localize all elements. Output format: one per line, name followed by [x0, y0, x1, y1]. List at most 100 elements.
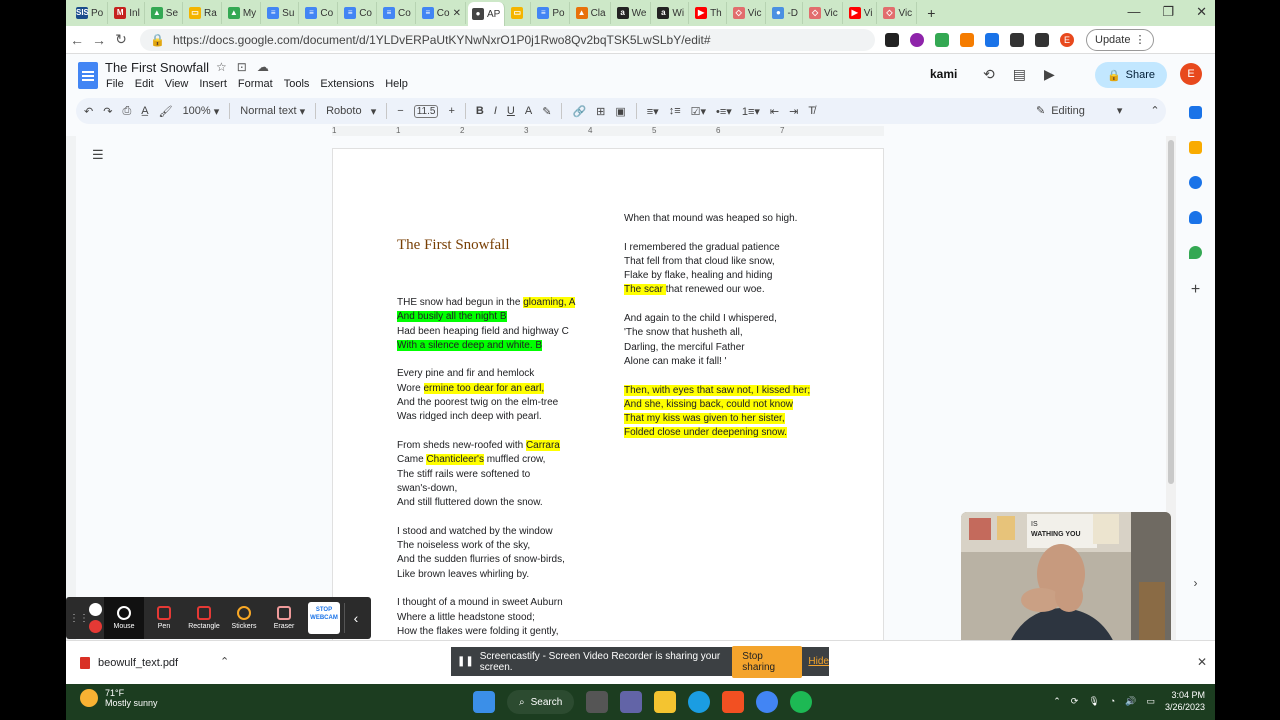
sync-icon[interactable]: ⟳	[1071, 696, 1079, 707]
browser-tab[interactable]: ▶ Th	[691, 2, 727, 24]
browser-tab[interactable]: ◇ Vic	[879, 2, 918, 24]
share-button[interactable]: 🔒 Share	[1095, 62, 1167, 88]
redo-icon[interactable]: ↷	[103, 105, 112, 118]
start-icon[interactable]	[473, 691, 495, 713]
microphone-icon[interactable]: 🎙	[1088, 696, 1099, 707]
extension-icon[interactable]	[985, 32, 999, 47]
puzzle-icon[interactable]	[1010, 32, 1024, 47]
decrease-font-icon[interactable]: −	[397, 105, 403, 117]
clock[interactable]: 3:04 PM 3/26/2023	[1165, 689, 1205, 713]
scrollbar-thumb[interactable]	[1168, 140, 1174, 484]
edge-icon[interactable]	[688, 691, 711, 713]
line-spacing-icon[interactable]: ↕≡	[669, 105, 681, 117]
bold-icon[interactable]: B	[476, 105, 484, 117]
browser-tab[interactable]: M Inl	[110, 2, 145, 24]
download-item[interactable]: beowulf_text.pdf	[80, 651, 240, 675]
document-title[interactable]: The First Snowfall	[105, 60, 209, 75]
browser-tab[interactable]: ▲ Cla	[572, 2, 611, 24]
collapse-toolbar-icon[interactable]: ‹	[345, 610, 367, 626]
decrease-indent-icon[interactable]: ⇤	[770, 105, 779, 118]
browser-tab[interactable]: a We	[613, 2, 652, 24]
style-select[interactable]: Normal text ▾	[240, 105, 305, 118]
search-box[interactable]: ⌕ Search	[507, 690, 575, 714]
update-button[interactable]: Update ⋮	[1086, 28, 1155, 51]
star-icon[interactable]: ☆	[216, 60, 227, 74]
profile-avatar[interactable]: E	[1060, 32, 1074, 47]
menu-insert[interactable]: Insert	[199, 78, 227, 90]
text-color-icon[interactable]: A	[525, 105, 532, 117]
browser-tab[interactable]: ▶ Vi	[845, 2, 878, 24]
browser-tab[interactable]: ◇ Vic	[805, 2, 843, 24]
chrome-icon[interactable]	[756, 691, 779, 713]
browser-tab[interactable]: ≡ Co ✕	[418, 2, 466, 24]
browser-tab[interactable]: ▲ My	[224, 2, 262, 24]
back-icon[interactable]: ←	[66, 32, 88, 48]
menu-file[interactable]: File	[106, 78, 124, 90]
browser-tab[interactable]: ≡ Po	[533, 2, 570, 24]
volume-icon[interactable]: 🔊	[1125, 696, 1136, 707]
meet-icon[interactable]: ▶	[1044, 66, 1055, 83]
reload-icon[interactable]: ↻	[110, 31, 132, 48]
hide-link[interactable]: Hide	[808, 656, 829, 667]
stop-recording-icon[interactable]	[88, 620, 102, 633]
maximize-icon[interactable]: ❐	[1162, 4, 1174, 20]
editing-mode-select[interactable]: ✎ Editing ▾ ⌃	[1036, 104, 1160, 118]
battery-icon[interactable]: ▭	[1146, 696, 1155, 707]
docs-logo-icon[interactable]	[78, 62, 98, 89]
extension-icon[interactable]	[960, 32, 974, 47]
browser-tab[interactable]: ◇ Vic	[729, 2, 767, 24]
keep-icon[interactable]	[1189, 141, 1202, 154]
document-page[interactable]: The First Snowfall THE snow had begun in…	[332, 148, 884, 648]
browser-tab[interactable]: ● -D	[768, 2, 804, 24]
task-view-icon[interactable]	[586, 691, 609, 713]
bulleted-list-icon[interactable]: •≡▾	[716, 105, 732, 118]
close-window-icon[interactable]: ✕	[1196, 4, 1207, 20]
stop-webcam-button[interactable]: STOP WEBCAM	[304, 602, 344, 634]
menu-tools[interactable]: Tools	[284, 78, 310, 90]
print-icon[interactable]: ⎙	[122, 105, 131, 118]
tasks-icon[interactable]	[1189, 176, 1202, 189]
browser-tab[interactable]: ≡ Co	[301, 2, 339, 24]
browser-tab[interactable]: ▭	[507, 2, 532, 24]
zoom-select[interactable]: 100% ▾	[183, 105, 220, 118]
browser-tab[interactable]: ≡ Su	[263, 2, 300, 24]
store-icon[interactable]	[722, 691, 745, 713]
browser-tab[interactable]: ≡ Co	[379, 2, 416, 24]
outline-icon[interactable]: ☰	[92, 147, 104, 163]
browser-tab[interactable]: ≡ Co	[340, 2, 377, 24]
collapse-menus-icon[interactable]: ⌃	[1150, 104, 1159, 117]
underline-icon[interactable]: U	[507, 105, 515, 117]
menu-format[interactable]: Format	[238, 78, 273, 90]
highlight-icon[interactable]: ✎	[542, 105, 551, 118]
font-select[interactable]: Roboto ▾	[326, 105, 376, 118]
history-icon[interactable]: ⟲	[983, 66, 995, 83]
close-tab-icon[interactable]: ✕	[453, 8, 461, 19]
browser-tab[interactable]: ▲ Se	[147, 2, 184, 24]
chevron-up-icon[interactable]: ⌃	[1053, 696, 1061, 707]
browser-tab[interactable]: a Wi	[653, 2, 690, 24]
minimize-icon[interactable]: —	[1127, 4, 1140, 20]
kami-button[interactable]: kami	[930, 67, 957, 81]
image-icon[interactable]: ▣	[615, 105, 625, 118]
pause-icon[interactable]	[88, 603, 102, 616]
drag-handle-icon[interactable]: ⋮⋮	[69, 613, 89, 624]
extension-icon[interactable]	[935, 32, 949, 47]
undo-icon[interactable]: ↶	[84, 105, 93, 118]
stop-sharing-button[interactable]: Stop sharing	[732, 645, 803, 678]
comments-icon[interactable]: ▤	[1013, 66, 1026, 83]
spellcheck-icon[interactable]: A̲	[141, 105, 148, 117]
extension-icon[interactable]	[910, 32, 924, 47]
horizontal-ruler[interactable]: 1 1 2 3 4 5 6 7	[332, 126, 884, 136]
link-icon[interactable]: 🔗	[572, 105, 586, 118]
tool-mouse[interactable]: Mouse	[104, 597, 144, 639]
cloud-status-icon[interactable]: ☁	[257, 60, 269, 74]
account-avatar[interactable]: E	[1180, 63, 1202, 85]
browser-tab[interactable]: ● AP	[467, 2, 506, 26]
numbered-list-icon[interactable]: 1≡▾	[742, 105, 760, 118]
menu-edit[interactable]: Edit	[135, 78, 154, 90]
url-field[interactable]: 🔒 https://docs.google.com/document/d/1YL…	[140, 28, 875, 51]
spotify-icon[interactable]	[790, 691, 813, 713]
maps-icon[interactable]	[1189, 246, 1202, 259]
add-addon-icon[interactable]: +	[1191, 281, 1200, 299]
italic-icon[interactable]: I	[494, 105, 497, 117]
